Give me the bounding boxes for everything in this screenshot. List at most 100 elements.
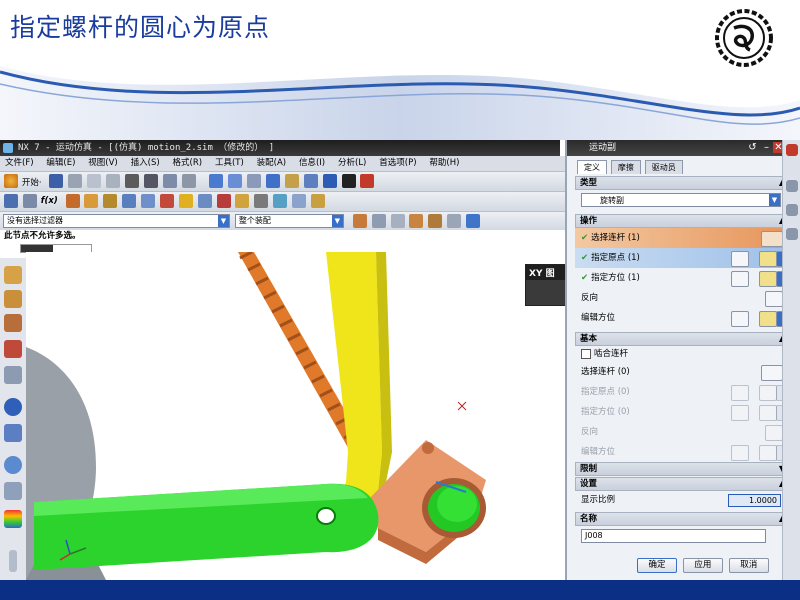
link-select-icon[interactable] [761, 231, 783, 247]
menu-tools[interactable]: 工具(T) [210, 156, 249, 171]
rotate-icon[interactable] [266, 174, 281, 188]
web-browser-icon[interactable] [4, 398, 22, 416]
repeat-command-icon[interactable] [162, 174, 177, 188]
cut-icon[interactable] [68, 174, 83, 188]
copy-icon[interactable] [87, 174, 102, 188]
function-label[interactable]: f(x) [41, 196, 58, 206]
type-section-header[interactable]: 类型▲ [575, 176, 789, 190]
inferred-vector-icon[interactable] [759, 271, 777, 287]
side-tool-icon[interactable] [786, 204, 798, 216]
select-icon[interactable] [181, 174, 196, 188]
joint-icon[interactable] [84, 194, 99, 208]
tab-definition[interactable]: 定义 [577, 160, 607, 174]
undo-icon[interactable] [143, 174, 158, 188]
select-body-icon[interactable] [409, 214, 424, 228]
part-color-icon[interactable] [360, 174, 375, 188]
settings-section-header[interactable]: 设置▲ [575, 477, 789, 491]
environment-icon[interactable] [4, 194, 18, 208]
snap-options-icon[interactable] [371, 214, 386, 228]
start-button-label[interactable]: 开始· [22, 176, 42, 188]
orient-view-icon[interactable] [303, 174, 318, 188]
select-feature-icon[interactable] [390, 214, 405, 228]
zoom-icon[interactable] [247, 174, 262, 188]
gear-joint-icon[interactable] [103, 194, 118, 208]
part-navigator-icon[interactable] [4, 314, 22, 332]
reuse-library-icon[interactable] [4, 366, 22, 384]
link-icon[interactable] [65, 194, 80, 208]
base-select-link-row[interactable]: 选择连杆 (0) [575, 362, 789, 382]
fit-view-icon[interactable] [209, 174, 224, 188]
graph-icon[interactable] [273, 194, 288, 208]
apply-button[interactable]: 应用 [682, 558, 723, 573]
packaging-icon[interactable] [292, 194, 307, 208]
menu-assembly[interactable]: 装配(A) [252, 156, 291, 171]
tab-friction[interactable]: 摩擦 [610, 160, 641, 174]
history-icon[interactable] [4, 424, 22, 442]
collapse-icon[interactable]: – [761, 142, 772, 153]
render-style-icon[interactable] [341, 174, 356, 188]
tab-driver[interactable]: 驱动员 [644, 160, 683, 174]
menu-analysis[interactable]: 分析(L) [333, 156, 371, 171]
spring-icon[interactable] [122, 194, 137, 208]
master-model-icon[interactable] [22, 194, 37, 208]
menu-insert[interactable]: 插入(S) [126, 156, 165, 171]
roles-icon[interactable] [4, 510, 22, 528]
zoom-window-icon[interactable] [228, 174, 243, 188]
selection-scope-select[interactable]: 整个装配 ▼ [234, 214, 344, 228]
export-icon[interactable] [310, 194, 325, 208]
cube-icon[interactable] [466, 214, 480, 228]
shaded-view-icon[interactable] [322, 174, 337, 188]
system-materials-icon[interactable] [4, 482, 22, 500]
specify-origin-row[interactable]: ✔ 指定原点 (1) [575, 248, 789, 268]
link-select-icon[interactable] [761, 365, 783, 381]
type-filter-select[interactable]: 没有选择过滤器 ▼ [3, 214, 230, 228]
menu-help[interactable]: 帮助(H) [424, 156, 464, 171]
snap-link-checkbox[interactable] [581, 348, 591, 359]
start-icon[interactable] [4, 174, 18, 188]
solution-icon[interactable] [235, 194, 250, 208]
snap-link-row[interactable]: 啮合连杆 [575, 346, 789, 362]
inferred-point-icon[interactable] [759, 251, 777, 267]
assembly-navigator-icon[interactable] [4, 266, 22, 284]
joint-name-field[interactable]: J008 [581, 529, 766, 543]
select-edge-icon[interactable] [447, 214, 462, 228]
reset-icon[interactable]: ↺ [747, 142, 758, 153]
delete-icon[interactable] [124, 174, 139, 188]
cancel-button[interactable]: 取消 [728, 558, 769, 573]
point-icon[interactable] [178, 194, 193, 208]
animation-icon[interactable] [254, 194, 269, 208]
menu-format[interactable]: 格式(R) [168, 156, 208, 171]
pan-icon[interactable] [284, 174, 299, 188]
vector-dialog-icon[interactable] [731, 271, 749, 287]
base-section-header[interactable]: 基本▲ [575, 332, 789, 346]
menu-edit[interactable]: 编辑(E) [41, 156, 80, 171]
select-link-row[interactable]: ✔ 选择连杆 (1) [575, 228, 789, 248]
paste-icon[interactable] [106, 174, 121, 188]
csys-dialog-icon[interactable] [731, 311, 749, 327]
marker-icon[interactable] [159, 194, 174, 208]
inferred-csys-icon[interactable] [759, 311, 777, 327]
menu-info[interactable]: 信息(I) [294, 156, 330, 171]
name-section-header[interactable]: 名称▲ [575, 512, 789, 526]
clock-icon[interactable] [4, 456, 22, 474]
menu-file[interactable]: 文件(F) [0, 156, 39, 171]
side-tool-icon[interactable] [786, 228, 798, 240]
display-scale-field[interactable]: 1.0000 [728, 494, 781, 507]
scrollbar-handle[interactable] [9, 550, 17, 572]
close-window-icon[interactable] [786, 144, 798, 156]
side-tool-icon[interactable] [786, 180, 798, 192]
ok-button[interactable]: 确定 [637, 558, 677, 573]
menu-preferences[interactable]: 首选项(P) [374, 156, 421, 171]
limits-section-header[interactable]: 限制▼ [575, 462, 789, 476]
snap-icon[interactable] [352, 214, 367, 228]
graphics-window[interactable] [26, 252, 562, 580]
damper-icon[interactable] [141, 194, 156, 208]
constraint-navigator-icon[interactable] [4, 290, 22, 308]
menu-view[interactable]: 视图(V) [83, 156, 122, 171]
contact-icon[interactable] [197, 194, 212, 208]
specify-orientation-row[interactable]: ✔ 指定方位 (1) [575, 268, 789, 288]
action-section-header[interactable]: 操作▲ [575, 214, 789, 228]
force-icon[interactable] [216, 194, 231, 208]
reverse-direction-icon[interactable] [765, 291, 783, 307]
motion-navigator-icon[interactable] [4, 340, 22, 358]
